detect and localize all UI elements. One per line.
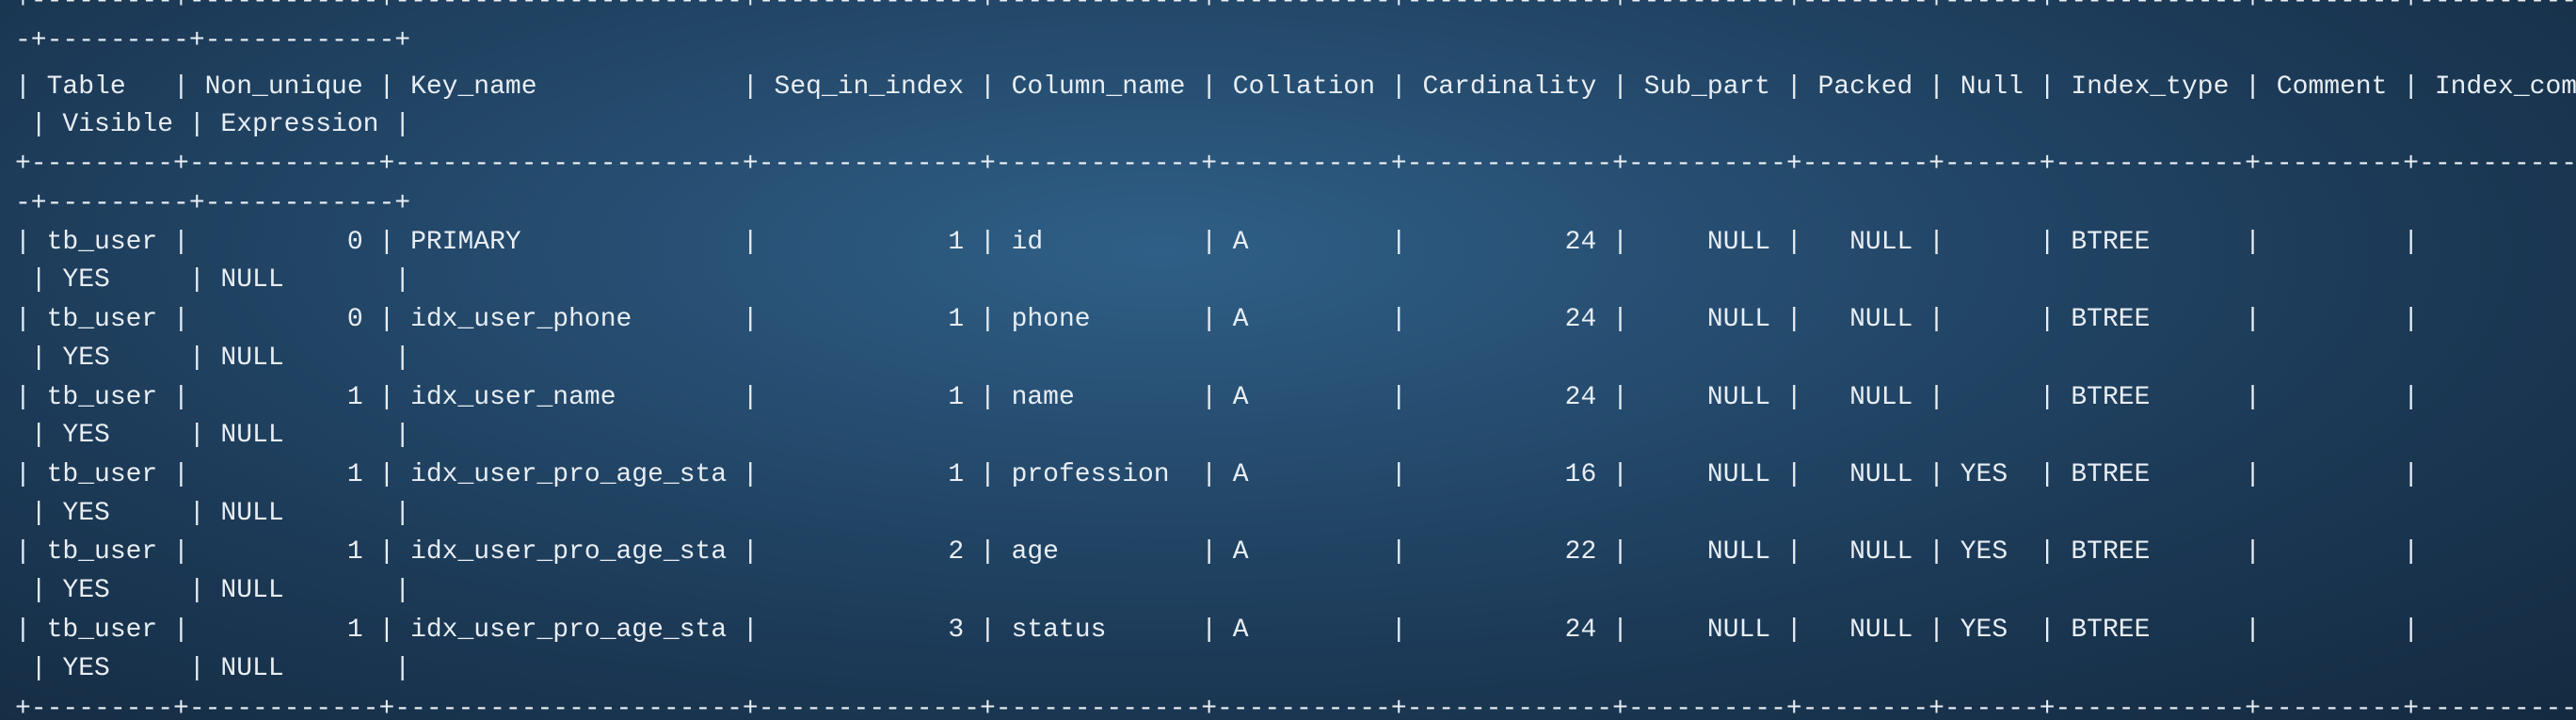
table-border: +---------+------------+----------------… (15, 0, 2576, 16)
table-row: | tb_user | 1 | idx_user_pro_age_sta | 2… (15, 537, 2420, 567)
table-row-wrap: | YES | NULL | (15, 344, 411, 373)
table-row-wrap: | YES | NULL | (15, 265, 411, 295)
table-row: | tb_user | 1 | idx_user_pro_age_sta | 3… (15, 616, 2420, 645)
table-row: | tb_user | 1 | idx_user_pro_age_sta | 1… (15, 460, 2420, 489)
table-row: | tb_user | 1 | idx_user_name | 1 | name… (15, 383, 2420, 412)
table-header-row-wrap: | Visible | Expression | (15, 110, 411, 139)
table-row-wrap: | YES | NULL | (15, 576, 411, 605)
table-row-wrap: | YES | NULL | (15, 499, 411, 528)
table-border: +---------+------------+----------------… (15, 695, 2576, 720)
table-row-wrap: | YES | NULL | (15, 421, 411, 450)
table-border: -+---------+------------+ (15, 26, 411, 56)
terminal-output: +---------+------------+----------------… (0, 0, 2576, 720)
table-row: | tb_user | 0 | idx_user_phone | 1 | pho… (15, 305, 2420, 334)
table-border: +---------+------------+----------------… (15, 150, 2576, 179)
table-row-wrap: | YES | NULL | (15, 654, 411, 683)
table-header-row: | Table | Non_unique | Key_name | Seq_in… (15, 72, 2576, 102)
table-border: -+---------+------------+ (15, 189, 411, 218)
table-row: | tb_user | 0 | PRIMARY | 1 | id | A | 2… (15, 228, 2420, 257)
